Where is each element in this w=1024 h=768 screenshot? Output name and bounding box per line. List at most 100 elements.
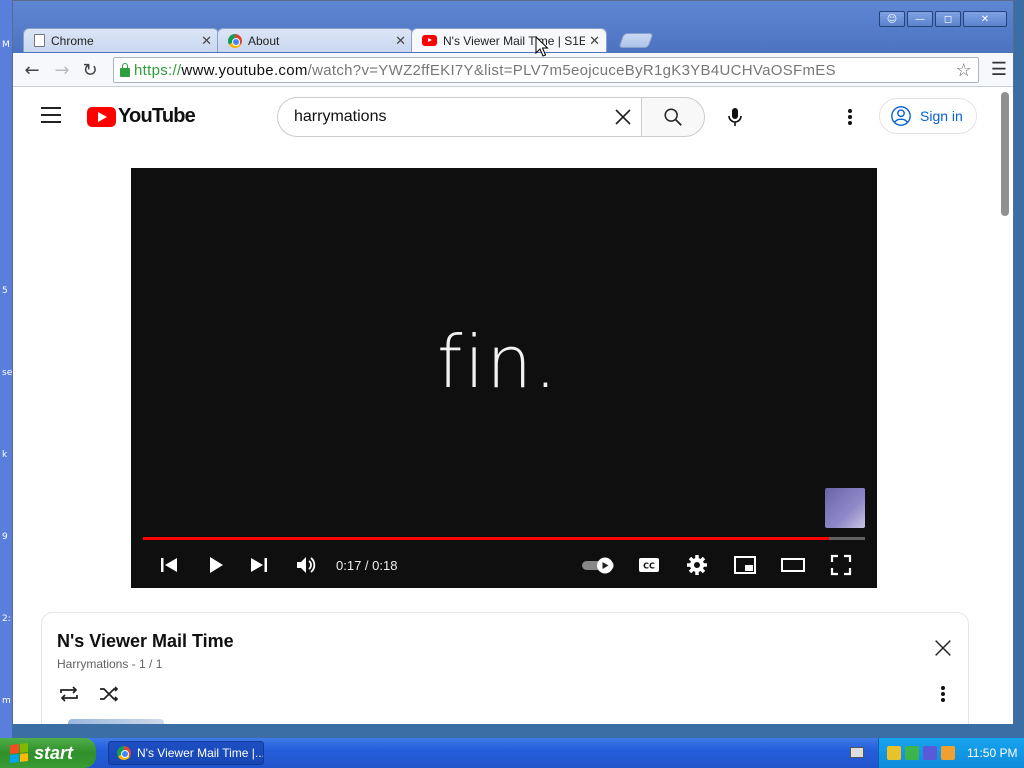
url-path: /watch?v=YWZ2ffEKI7Y&list=PLV7m5eojcuceB… <box>307 61 836 79</box>
address-bar[interactable]: https:// www.youtube.com /watch?v=YWZ2ff… <box>113 57 979 83</box>
search-input[interactable]: harrymations <box>277 97 641 137</box>
youtube-header: YouTube harrymations Sign in <box>13 88 997 144</box>
document-icon <box>34 34 45 47</box>
tab-about[interactable]: About ✕ <box>217 28 413 52</box>
security-shield-icon[interactable] <box>887 746 901 760</box>
network-icon[interactable] <box>905 746 919 760</box>
start-label: start <box>34 742 74 763</box>
desktop-text-fragment: k <box>2 450 8 460</box>
close-playlist-icon[interactable] <box>932 637 954 659</box>
system-tray: 11:50 PM <box>878 738 1024 768</box>
start-button[interactable]: start <box>0 738 96 768</box>
tab-chrome[interactable]: Chrome ✕ <box>23 28 219 52</box>
autoplay-toggle[interactable] <box>581 553 617 577</box>
lock-icon <box>120 62 130 77</box>
play-icon[interactable] <box>203 553 227 577</box>
chrome-icon <box>117 746 131 760</box>
back-button[interactable]: ← <box>21 59 43 81</box>
fullscreen-icon[interactable] <box>829 553 853 577</box>
playlist-title[interactable]: N's Viewer Mail Time <box>57 631 234 652</box>
bookmark-star-icon[interactable]: ☆ <box>956 60 972 81</box>
browser-toolbar: ← → ↻ https:// www.youtube.com /watch?v=… <box>13 53 1013 87</box>
taskbar-item-label: N's Viewer Mail Time |... <box>137 746 264 760</box>
search-icon <box>664 108 682 126</box>
scrollbar-thumb[interactable] <box>1001 92 1009 216</box>
mouse-cursor-icon <box>535 36 549 57</box>
maximize-button[interactable]: ◻ <box>935 11 961 27</box>
settings-gear-icon[interactable] <box>685 553 709 577</box>
taskbar-item-chrome[interactable]: N's Viewer Mail Time |... <box>108 741 264 765</box>
reload-button[interactable]: ↻ <box>79 59 101 81</box>
minimize-icon: — <box>915 13 925 25</box>
chrome-window: ☺ — ◻ ✕ Chrome ✕ About ✕ N's Viewer Mail… <box>12 0 1014 724</box>
more-options-icon[interactable] <box>845 105 855 129</box>
desktop-text-fragment: 5 <box>2 286 8 296</box>
title-bar[interactable]: ☺ — ◻ ✕ Chrome ✕ About ✕ N's Viewer Mail… <box>13 1 1013 53</box>
keyboard-language-icon[interactable] <box>850 747 864 758</box>
search-tray-icon[interactable] <box>941 746 955 760</box>
loop-playlist-icon[interactable] <box>57 682 81 706</box>
desktop-text-fragment: m <box>2 696 11 706</box>
svg-text:CC: CC <box>643 562 655 571</box>
url-scheme: https:// <box>134 61 182 79</box>
sign-in-button[interactable]: Sign in <box>879 98 977 134</box>
closed-captions-icon[interactable]: CC <box>637 553 661 577</box>
new-tab-button[interactable] <box>618 33 654 48</box>
tab-label: About <box>248 33 280 48</box>
search-button[interactable] <box>641 97 705 137</box>
desktop-text-fragment: M <box>2 40 10 50</box>
clear-search-icon[interactable] <box>611 105 635 129</box>
forward-button[interactable]: → <box>51 59 73 81</box>
arrow-left-icon: ← <box>24 59 40 81</box>
previous-video-icon[interactable] <box>157 553 181 577</box>
shuffle-playlist-icon[interactable] <box>97 682 121 706</box>
youtube-logo-text: YouTube <box>118 105 196 127</box>
url-host: www.youtube.com <box>181 61 308 79</box>
next-video-icon[interactable] <box>247 553 271 577</box>
user-profile-button[interactable]: ☺ <box>879 11 905 27</box>
youtube-icon <box>422 35 437 46</box>
desktop-text-fragment: se <box>2 368 13 378</box>
minimize-button[interactable]: — <box>907 11 933 27</box>
playlist-panel: N's Viewer Mail Time Harrymations - 1 / … <box>41 612 969 724</box>
close-tab-icon[interactable]: ✕ <box>201 33 212 49</box>
theater-mode-icon[interactable] <box>781 553 805 577</box>
miniplayer-icon[interactable] <box>733 553 757 577</box>
close-icon: ✕ <box>980 13 990 25</box>
player-controls: 0:17 / 0:18 CC <box>131 550 877 580</box>
page-scrollbar[interactable] <box>997 88 1013 724</box>
windows-logo-icon <box>10 743 28 763</box>
playlist-more-options-icon[interactable] <box>938 682 948 706</box>
progress-bar[interactable] <box>143 537 865 540</box>
youtube-logo[interactable]: YouTube <box>87 105 196 128</box>
close-tab-icon[interactable]: ✕ <box>589 33 600 49</box>
video-player[interactable]: fin. 0:17 / 0:18 CC <box>131 168 877 588</box>
volume-icon[interactable] <box>294 553 318 577</box>
window-controls: ☺ — ◻ ✕ <box>879 11 1007 27</box>
account-icon <box>891 106 911 126</box>
channel-watermark-image[interactable] <box>825 488 865 528</box>
arrow-right-icon: → <box>54 59 70 81</box>
browser-menu-button[interactable]: ☰ <box>991 59 1007 80</box>
progress-bar-played <box>143 537 829 540</box>
voice-search-microphone-icon[interactable] <box>723 105 747 129</box>
tab-youtube-video[interactable]: N's Viewer Mail Time | S1E1: ✕ <box>411 28 607 52</box>
search-query: harrymations <box>294 108 387 125</box>
youtube-play-icon <box>87 106 116 127</box>
desktop-text-fragment: 9 <box>2 532 8 542</box>
menu-icon: ☰ <box>990 59 1007 79</box>
youtube-page: YouTube harrymations Sign in fin. 0:17 /… <box>13 88 997 724</box>
guide-menu-button[interactable] <box>41 107 61 123</box>
maximize-icon: ◻ <box>943 13 953 25</box>
person-icon: ☺ <box>886 13 898 25</box>
sign-in-label: Sign in <box>920 108 963 124</box>
taskbar: start N's Viewer Mail Time |... 11:50 PM <box>0 738 1024 768</box>
playlist-video-thumbnail[interactable] <box>68 719 164 724</box>
video-frame-text: fin. <box>437 320 559 404</box>
tray-app-icon[interactable] <box>923 746 937 760</box>
close-tab-icon[interactable]: ✕ <box>395 33 406 49</box>
tab-label: N's Viewer Mail Time | S1E1: <box>443 33 586 48</box>
close-window-button[interactable]: ✕ <box>963 11 1007 27</box>
reload-icon: ↻ <box>82 59 98 81</box>
desktop-text-fragment: 2: <box>2 614 11 624</box>
